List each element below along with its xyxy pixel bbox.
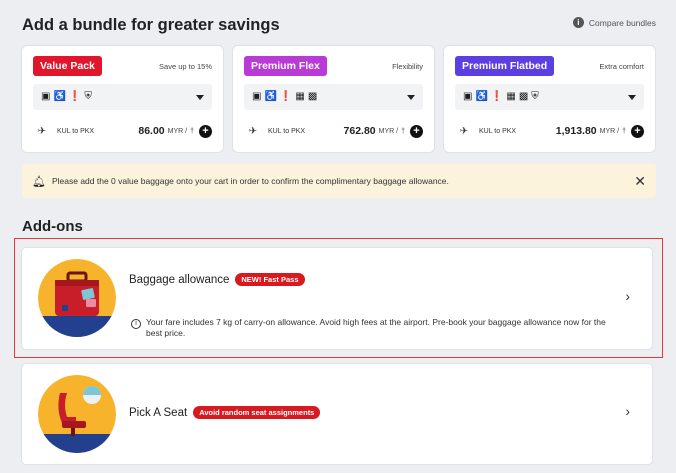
meal-icon: ❗ xyxy=(279,91,293,102)
price-amount: 86.00 xyxy=(138,125,165,137)
seat-icon: ▩ xyxy=(307,91,318,102)
compare-bundles-label: Compare bundles xyxy=(588,17,656,28)
info-icon: i xyxy=(131,319,141,329)
addon-title: Baggage allowance xyxy=(129,273,230,286)
add-bundle-button[interactable]: + xyxy=(631,124,644,138)
route-label: KUL to PKX xyxy=(268,127,306,135)
chevron-right-icon: › xyxy=(625,288,630,304)
person-icon: † xyxy=(401,127,405,135)
person-icon: † xyxy=(190,127,194,135)
seat-illustration xyxy=(38,375,116,453)
close-icon[interactable]: ✕ xyxy=(634,173,646,190)
compare-bundles-link[interactable]: i Compare bundles xyxy=(572,17,656,28)
plane-icon: ✈ xyxy=(248,125,258,137)
price-amount: 1,913.80 xyxy=(555,125,597,137)
plane-icon: ✈ xyxy=(37,125,47,137)
price-currency: MYR / xyxy=(167,127,188,135)
bundle-features-dropdown[interactable]: ▣ ♿ ❗ ⛨ xyxy=(33,84,212,110)
bundle-route-row: ✈ KUL to PKX 86.00 MYR / † + xyxy=(33,120,212,142)
luggage-icon: ▣ xyxy=(252,91,262,102)
addon-description: Your fare includes 7 kg of carry-on allo… xyxy=(146,317,606,338)
bundle-features-dropdown[interactable]: ▣ ♿ ❗ ▦ ▩ ⛨ xyxy=(455,84,644,110)
add-bundle-button[interactable]: + xyxy=(199,124,212,138)
addon-card-baggage[interactable]: Baggage allowance NEW! Fast Pass › i You… xyxy=(22,248,652,349)
addons-section-title: Add-ons xyxy=(22,218,83,235)
calendar-icon: ▦ xyxy=(506,91,516,102)
addon-title: Pick A Seat xyxy=(129,406,188,419)
bundle-tagline: Save up to 15% xyxy=(159,62,212,71)
addon-title-row: Pick A Seat Avoid random seat assignment… xyxy=(129,406,321,419)
bundle-card-premium-flatbed[interactable]: Premium Flatbed Extra comfort ▣ ♿ ❗ ▦ ▩ … xyxy=(444,46,655,152)
meal-icon: ❗ xyxy=(490,91,504,102)
baggage-notice-banner: 🔔︎ Please add the 0 value baggage onto y… xyxy=(22,164,656,198)
wheelchair-icon: ♿ xyxy=(475,91,488,102)
bundle-name-badge: Premium Flatbed xyxy=(455,56,555,76)
luggage-icon: ▣ xyxy=(463,91,473,102)
price-amount: 762.80 xyxy=(343,125,376,137)
chevron-right-icon: › xyxy=(625,403,630,419)
price-currency: MYR / xyxy=(378,127,399,135)
bundle-features-dropdown[interactable]: ▣ ♿ ❗ ▦ ▩ xyxy=(244,84,423,110)
plane-icon: ✈ xyxy=(459,125,469,137)
bundle-section-title: Add a bundle for greater savings xyxy=(22,16,280,34)
addon-description-row: i Your fare includes 7 kg of carry-on al… xyxy=(131,317,622,338)
baggage-illustration xyxy=(38,259,116,337)
chevron-down-icon xyxy=(196,94,204,100)
bundle-tagline: Flexibility xyxy=(392,62,423,71)
notice-text: Please add the 0 value baggage onto your… xyxy=(51,176,449,186)
shield-icon: ⛨ xyxy=(531,91,539,102)
info-icon: i xyxy=(572,17,584,28)
addon-badge: NEW! Fast Pass xyxy=(235,273,305,286)
route-label: KUL to PKX xyxy=(57,127,95,135)
bundle-price: 762.80 MYR / † xyxy=(344,125,405,137)
bundle-name-badge: Value Pack xyxy=(33,56,102,76)
wheelchair-icon: ♿ xyxy=(53,91,66,102)
meal-icon: ❗ xyxy=(68,91,82,102)
person-icon: † xyxy=(622,127,626,135)
chevron-down-icon xyxy=(407,94,415,100)
bundle-tagline: Extra comfort xyxy=(599,62,644,71)
bundle-card-value-pack[interactable]: Value Pack Save up to 15% ▣ ♿ ❗ ⛨ ✈ KUL … xyxy=(22,46,223,152)
bell-icon: 🔔︎ xyxy=(32,175,46,188)
bundle-price: 86.00 MYR / † xyxy=(138,125,194,137)
luggage-icon: ▣ xyxy=(41,91,51,102)
addon-card-seat[interactable]: Pick A Seat Avoid random seat assignment… xyxy=(22,364,652,464)
seat-icon: ▩ xyxy=(518,91,529,102)
calendar-icon: ▦ xyxy=(295,91,305,102)
bundle-route-row: ✈ KUL to PKX 1,913.80 MYR / † + xyxy=(455,120,644,142)
add-bundle-button[interactable]: + xyxy=(410,124,423,138)
bundle-name-badge: Premium Flex xyxy=(244,56,327,76)
addon-badge: Avoid random seat assignments xyxy=(193,406,321,419)
price-currency: MYR / xyxy=(599,127,620,135)
route-label: KUL to PKX xyxy=(479,127,517,135)
bundle-card-premium-flex[interactable]: Premium Flex Flexibility ▣ ♿ ❗ ▦ ▩ ✈ KUL… xyxy=(233,46,434,152)
chevron-down-icon xyxy=(628,94,636,100)
addon-title-row: Baggage allowance NEW! Fast Pass xyxy=(129,273,305,286)
bundle-price: 1,913.80 MYR / † xyxy=(556,125,626,137)
wheelchair-icon: ♿ xyxy=(264,91,277,102)
bundle-route-row: ✈ KUL to PKX 762.80 MYR / † + xyxy=(244,120,423,142)
shield-icon: ⛨ xyxy=(84,91,92,102)
